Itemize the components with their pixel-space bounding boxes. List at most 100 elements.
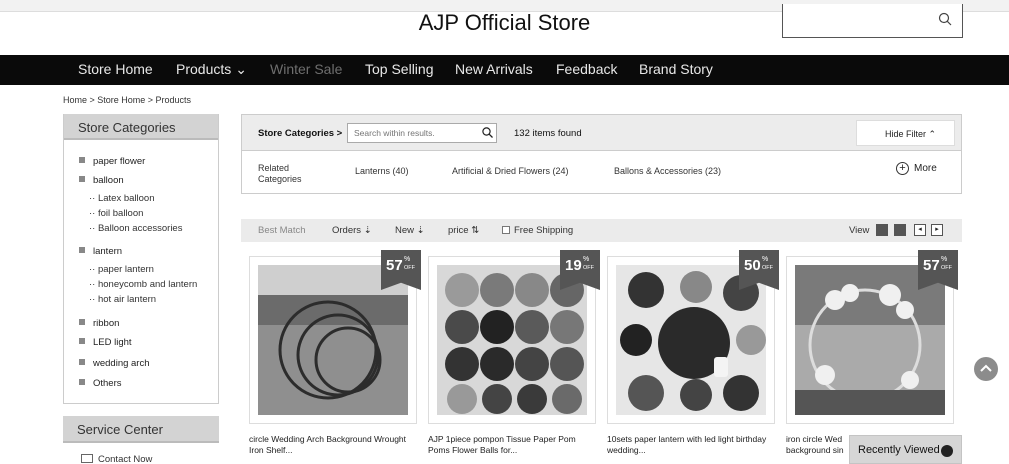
category-label: balloon — [93, 175, 124, 186]
contact-now-link[interactable]: Contact Now — [81, 454, 152, 464]
subcategory-label: hot air lantern — [97, 294, 157, 305]
subcategory-foil-balloon[interactable]: ·· foil balloon — [89, 208, 143, 219]
scroll-to-top-button[interactable] — [974, 357, 998, 381]
subcategory-paper-lantern[interactable]: ·· paper lantern — [89, 264, 154, 275]
bullet-icon — [79, 157, 85, 163]
envelope-icon — [81, 454, 93, 463]
category-wedding-arch[interactable]: wedding arch — [79, 358, 150, 369]
category-led-light[interactable]: LED light — [79, 337, 132, 348]
subcategory-honeycomb-lantern[interactable]: ·· honeycomb and lantern — [89, 279, 197, 290]
off-label: OFF — [941, 265, 952, 271]
category-ribbon[interactable]: ribbon — [79, 318, 119, 329]
view-label: View — [849, 225, 870, 236]
subcategory-hot-air-lantern[interactable]: ·· hot air lantern — [89, 294, 156, 305]
checkbox-icon — [502, 226, 510, 234]
product-card[interactable]: 57% OFF — [249, 250, 421, 424]
subcategory-balloon-accessories[interactable]: ·· Balloon accessories — [89, 223, 182, 234]
discount-value: 57 — [923, 257, 940, 274]
subcategory-label: Latex balloon — [97, 193, 155, 204]
filter-label[interactable]: Store Categories > — [258, 128, 342, 139]
percent-symbol: % — [583, 256, 590, 263]
chevron-up-icon — [941, 445, 953, 457]
sort-new-label: New — [395, 225, 415, 236]
more-button[interactable]: + More — [896, 162, 937, 175]
percent-symbol: % — [941, 256, 948, 263]
product-title[interactable]: AJP 1piece pompon Tissue Paper Pom Poms … — [428, 434, 598, 456]
related-lanterns[interactable]: Lanterns (40) — [355, 166, 409, 176]
store-categories-title: Store Categories — [64, 114, 218, 140]
nav-brand-story[interactable]: Brand Story — [639, 61, 713, 77]
sort-best-match[interactable]: Best Match — [258, 225, 306, 236]
percent-symbol: % — [404, 256, 411, 263]
bullet-icon — [79, 319, 85, 325]
subcategory-label: foil balloon — [97, 208, 144, 219]
related-artificial-flowers[interactable]: Artificial & Dried Flowers (24) — [452, 166, 569, 176]
related-ballons[interactable]: Ballons & Accessories (23) — [614, 166, 721, 176]
nav-winter-sale[interactable]: Winter Sale — [270, 61, 342, 77]
nav-feedback[interactable]: Feedback — [556, 61, 617, 77]
free-shipping-label: Free Shipping — [514, 225, 574, 236]
sort-new[interactable]: New ⇣ — [395, 225, 425, 236]
off-label: OFF — [404, 265, 415, 271]
filter-header: Store Categories > 132 items found Hide … — [242, 115, 961, 151]
category-others[interactable]: Others — [79, 378, 122, 389]
product-card[interactable]: 19% OFF — [428, 250, 600, 424]
store-search-input[interactable] — [782, 4, 963, 38]
bullet-icon — [79, 379, 85, 385]
subcategory-latex-balloon[interactable]: ·· Latex balloon — [89, 193, 155, 204]
recently-viewed-label: Recently Viewed — [858, 444, 940, 456]
category-paper-flower[interactable]: paper flower — [79, 156, 145, 167]
sort-bar: Best Match Orders ⇣ New ⇣ price ⇅ Free S… — [241, 219, 962, 242]
search-icon[interactable] — [938, 12, 952, 26]
category-label: lantern — [93, 246, 123, 257]
chevron-up-icon — [980, 364, 992, 372]
subcategory-label: paper lantern — [97, 264, 154, 275]
category-label: ribbon — [93, 318, 120, 329]
category-balloon[interactable]: balloon — [79, 175, 124, 186]
search-icon[interactable] — [482, 127, 493, 138]
next-page-icon[interactable]: ▸ — [931, 224, 943, 236]
nav-products[interactable]: Products ⌄ — [176, 61, 247, 78]
sort-down-icon: ⇣ — [363, 225, 372, 236]
hide-filter-button[interactable]: Hide Filter ⌃ — [856, 120, 955, 146]
service-center-title: Service Center — [63, 416, 219, 443]
category-lantern[interactable]: lantern — [79, 246, 122, 257]
sort-price-label: price — [448, 225, 469, 236]
grid-view-icon[interactable] — [876, 224, 888, 236]
prev-page-icon[interactable]: ◂ — [914, 224, 926, 236]
sort-orders[interactable]: Orders ⇣ — [332, 225, 372, 236]
off-label: OFF — [583, 265, 594, 271]
product-card[interactable]: 57% OFF — [786, 250, 958, 424]
nav-store-home[interactable]: Store Home — [78, 61, 153, 77]
percent-symbol: % — [762, 256, 769, 263]
product-title[interactable]: circle Wedding Arch Background Wrought I… — [249, 434, 419, 456]
product-card[interactable]: 50% OFF — [607, 250, 779, 424]
subcategory-label: honeycomb and lantern — [97, 279, 198, 290]
subcategory-label: Balloon accessories — [97, 223, 183, 234]
main-nav: Store Home Products ⌄ Winter Sale Top Sel… — [0, 55, 1009, 85]
bullet-icon — [79, 176, 85, 182]
nav-products-label: Products — [176, 61, 232, 77]
discount-value: 19 — [565, 257, 582, 274]
list-view-icon[interactable] — [894, 224, 906, 236]
hide-filter-label: Hide Filter — [885, 129, 927, 139]
breadcrumb[interactable]: Home > Store Home > Products — [63, 95, 191, 105]
category-label: LED light — [93, 337, 132, 348]
nav-top-selling[interactable]: Top Selling — [365, 61, 434, 77]
product-title[interactable]: iron circle Wed background sin — [786, 434, 856, 456]
plus-circle-icon: + — [896, 162, 909, 175]
discount-value: 50 — [744, 257, 761, 274]
product-title[interactable]: 10sets paper lantern with led light birt… — [607, 434, 777, 456]
sort-price[interactable]: price ⇅ — [448, 225, 479, 236]
recently-viewed-button[interactable]: Recently Viewed — [849, 435, 962, 464]
sort-updown-icon: ⇅ — [471, 225, 480, 236]
discount-value: 57 — [386, 257, 403, 274]
search-within-input[interactable] — [347, 123, 497, 143]
chevron-up-icon: ⌃ — [928, 129, 937, 139]
category-label: paper flower — [93, 156, 146, 167]
nav-new-arrivals[interactable]: New Arrivals — [455, 61, 533, 77]
category-label: Others — [93, 378, 122, 389]
bullet-icon — [79, 247, 85, 253]
free-shipping-checkbox[interactable]: Free Shipping — [502, 225, 573, 236]
filter-panel: Store Categories > 132 items found Hide … — [241, 114, 962, 194]
